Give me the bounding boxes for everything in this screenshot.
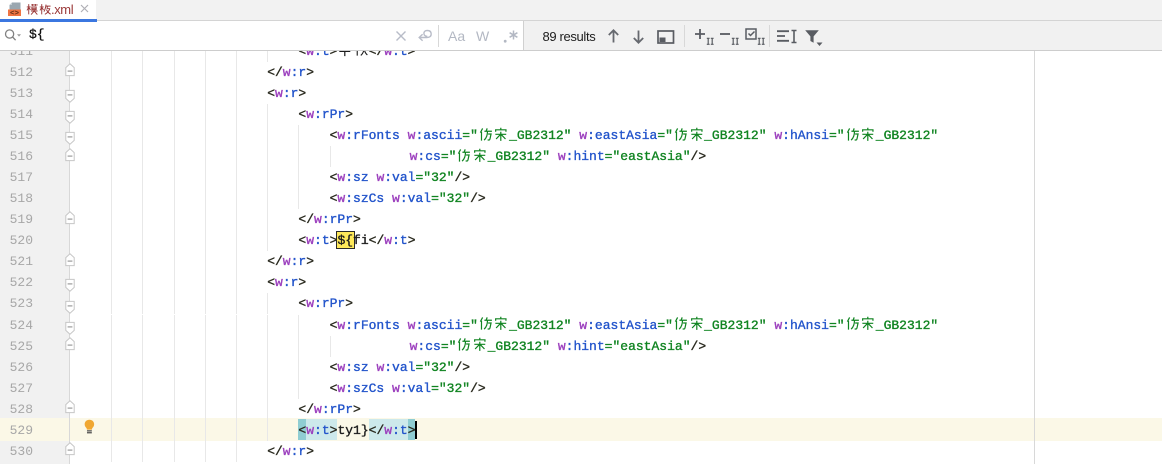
svg-text:<>: <>: [10, 10, 20, 17]
